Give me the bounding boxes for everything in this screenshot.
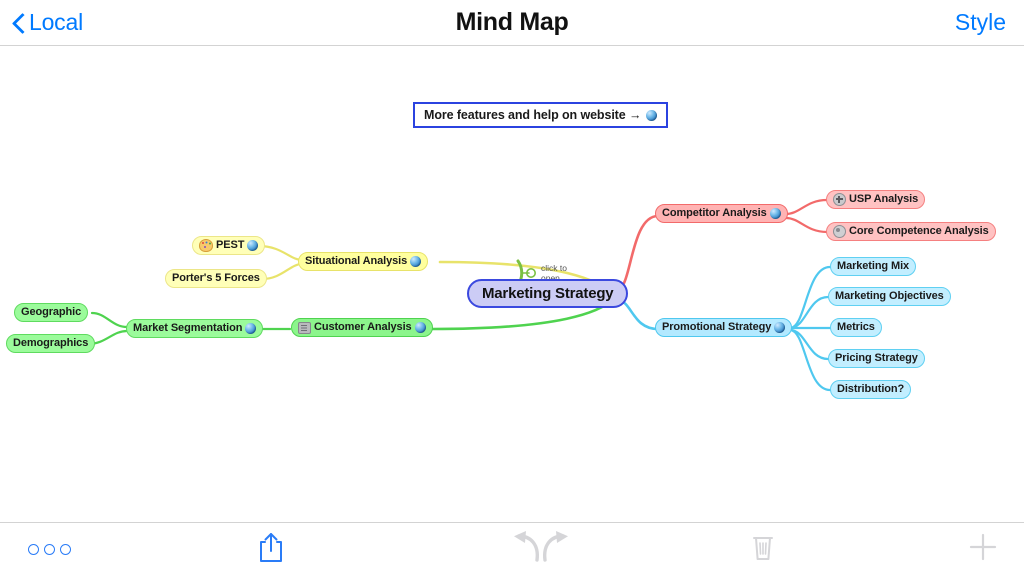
node-label: Porter's 5 Forces bbox=[172, 272, 260, 284]
page-title: Mind Map bbox=[455, 8, 569, 36]
note-icon bbox=[298, 321, 311, 334]
globe-icon bbox=[410, 256, 422, 267]
navigation-bar: Local Mind Map Style bbox=[0, 0, 1024, 46]
node-geographic[interactable]: Geographic bbox=[14, 303, 89, 322]
node-label: Metrics bbox=[837, 321, 875, 333]
website-banner-node[interactable]: More features and help on website → bbox=[413, 102, 669, 128]
node-competitor-analysis[interactable]: Competitor Analysis bbox=[655, 204, 788, 223]
ring-icon bbox=[833, 225, 846, 238]
node-market-segmentation[interactable]: Market Segmentation bbox=[126, 319, 264, 338]
redo-icon bbox=[539, 531, 575, 568]
node-label: Pricing Strategy bbox=[835, 352, 918, 364]
more-dots-icon bbox=[27, 544, 71, 555]
share-icon bbox=[258, 531, 284, 568]
bottom-toolbar bbox=[0, 522, 1024, 576]
delete-button[interactable] bbox=[732, 523, 794, 576]
node-distribution[interactable]: Distribution? bbox=[830, 380, 912, 399]
share-button[interactable] bbox=[240, 523, 302, 576]
more-options-button[interactable] bbox=[18, 523, 80, 576]
style-button[interactable]: Style bbox=[955, 0, 1006, 45]
globe-icon bbox=[769, 208, 781, 219]
globe-icon bbox=[245, 323, 257, 334]
website-banner-label: More features and help on website → bbox=[424, 108, 642, 122]
node-label: Situational Analysis bbox=[305, 255, 408, 267]
node-label: Customer Analysis bbox=[314, 321, 412, 333]
node-marketing-strategy[interactable]: Marketing Strategy bbox=[467, 279, 629, 308]
node-label: Marketing Strategy bbox=[482, 285, 614, 302]
node-porters-5-forces[interactable]: Porter's 5 Forces bbox=[165, 269, 267, 288]
globe-icon bbox=[646, 109, 658, 121]
node-label: Marketing Mix bbox=[837, 260, 910, 272]
node-demographics[interactable]: Demographics bbox=[6, 334, 96, 353]
node-situational-analysis[interactable]: Situational Analysis bbox=[298, 252, 429, 271]
plus-icon bbox=[968, 532, 998, 567]
node-promotional-strategy[interactable]: Promotional Strategy bbox=[655, 318, 793, 337]
globe-icon bbox=[414, 322, 426, 333]
node-customer-analysis[interactable]: Customer Analysis bbox=[291, 318, 433, 337]
node-label: PEST bbox=[216, 239, 245, 251]
add-node-button[interactable] bbox=[952, 523, 1014, 576]
mind-map-canvas[interactable]: More features and help on website → clic… bbox=[0, 46, 1024, 522]
node-metrics[interactable]: Metrics bbox=[830, 318, 882, 337]
trash-icon bbox=[750, 531, 776, 568]
node-label: Geographic bbox=[21, 306, 82, 318]
node-label: Marketing Objectives bbox=[835, 290, 944, 302]
node-label: Core Competence Analysis bbox=[849, 225, 989, 237]
node-label: Distribution? bbox=[837, 383, 905, 395]
plus-circle-icon bbox=[833, 193, 846, 206]
node-label: Demographics bbox=[13, 337, 89, 349]
node-core-competence-analysis[interactable]: Core Competence Analysis bbox=[826, 222, 996, 241]
node-label: USP Analysis bbox=[849, 193, 919, 205]
node-label: Competitor Analysis bbox=[662, 207, 767, 219]
node-pricing-strategy[interactable]: Pricing Strategy bbox=[828, 349, 925, 368]
palette-icon bbox=[199, 239, 213, 252]
node-marketing-objectives[interactable]: Marketing Objectives bbox=[828, 287, 951, 306]
redo-button[interactable] bbox=[512, 523, 602, 576]
node-pest[interactable]: PEST bbox=[192, 236, 266, 255]
node-marketing-mix[interactable]: Marketing Mix bbox=[830, 257, 917, 276]
node-label: Promotional Strategy bbox=[662, 321, 772, 333]
globe-icon bbox=[774, 322, 786, 333]
mind-map-app: Local Mind Map Style More features and h… bbox=[0, 0, 1024, 576]
globe-icon bbox=[247, 240, 259, 251]
node-usp-analysis[interactable]: USP Analysis bbox=[826, 190, 926, 209]
node-label: Market Segmentation bbox=[133, 322, 243, 334]
